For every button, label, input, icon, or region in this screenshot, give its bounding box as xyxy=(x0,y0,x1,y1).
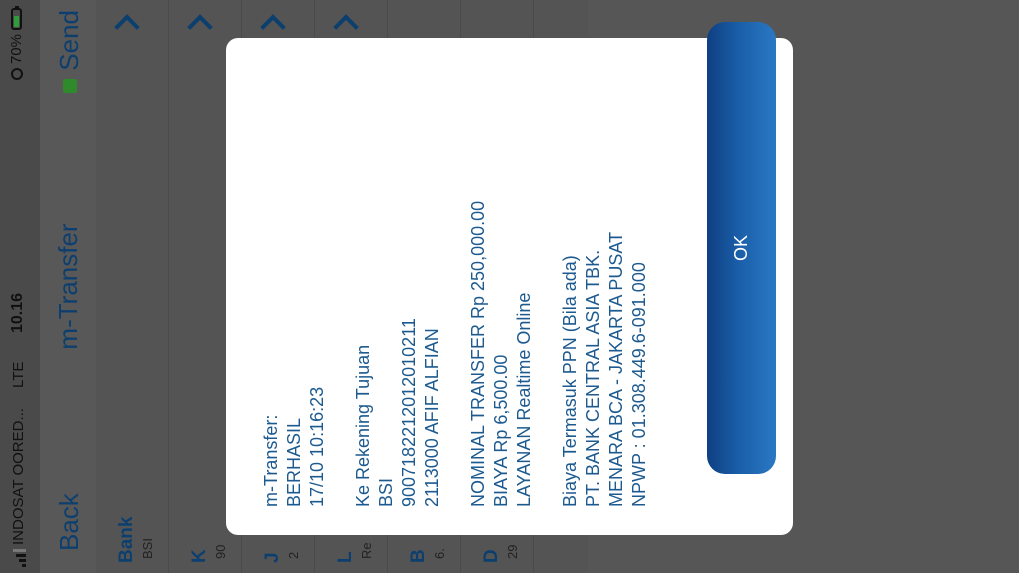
message-line: 2113000 AFIF ALFIAN xyxy=(422,328,442,507)
chevron-up-icon xyxy=(333,14,359,40)
message-line: Ke Rekening Tujuan xyxy=(353,344,373,507)
dialog-message: m-Transfer: BERHASIL 17/10 10:16:23 Ke R… xyxy=(260,47,651,507)
row-label: B xyxy=(408,549,429,563)
chevron-up-icon xyxy=(260,14,286,40)
message-line: NPWP : 01.308.449.6-091.000 xyxy=(629,262,649,507)
row-label: K xyxy=(189,549,210,563)
send-button[interactable]: Send xyxy=(54,10,85,93)
app-screen: INDOSAT OORED... LTE 10.16 70% Back m-Tr… xyxy=(0,0,1019,573)
row-label: D xyxy=(481,549,502,563)
form-row-bank[interactable]: Bank BSI xyxy=(96,0,169,573)
message-line: PT. BANK CENTRAL ASIA TBK. xyxy=(583,249,603,507)
status-time: 10.16 xyxy=(9,292,26,333)
message-line: BIAYA Rp 6,500.00 xyxy=(491,354,511,507)
carrier-name: INDOSAT OORED... xyxy=(10,408,27,545)
transfer-result-dialog: m-Transfer: BERHASIL 17/10 10:16:23 Ke R… xyxy=(226,22,793,535)
send-status-icon xyxy=(62,78,77,93)
message-line: Biaya Termasuk PPN (Bila ada) xyxy=(560,255,580,507)
status-bar: INDOSAT OORED... LTE 10.16 70% xyxy=(0,0,40,573)
chevron-up-icon xyxy=(114,14,140,40)
battery-percent: 70% xyxy=(8,34,25,65)
row-value: 2 xyxy=(286,551,301,559)
row-value: 29 xyxy=(505,544,520,559)
nav-bar: Back m-Transfer Send xyxy=(40,0,97,573)
row-label: J xyxy=(262,552,283,563)
row-value: 6. xyxy=(432,548,447,559)
signal-icon xyxy=(10,547,26,567)
network-type: LTE xyxy=(10,361,27,388)
message-line: NOMINAL TRANSFER Rp 250,000.00 xyxy=(468,200,488,507)
send-label: Send xyxy=(54,10,84,71)
battery-icon xyxy=(11,6,22,30)
chevron-up-icon xyxy=(187,14,213,40)
message-line: 9007182212012010211 xyxy=(399,318,419,507)
message-line: m-Transfer: xyxy=(261,414,281,507)
battery-tip xyxy=(15,6,19,8)
row-value: 90 xyxy=(213,544,228,559)
row-label: Bank xyxy=(116,516,137,563)
row-value: Re xyxy=(359,542,374,559)
message-line: 17/10 10:16:23 xyxy=(307,386,327,507)
row-value: BSI xyxy=(140,538,155,559)
alarm-icon xyxy=(10,68,23,81)
battery-fill xyxy=(14,16,19,27)
message-line: BERHASIL xyxy=(284,417,304,507)
message-line: MENARA BCA - JAKARTA PUSAT xyxy=(606,231,626,507)
message-line: BSI xyxy=(376,477,396,507)
message-line: LAYANAN Realtime Online xyxy=(514,292,534,507)
status-right-group: 70% xyxy=(8,6,25,81)
row-label: L xyxy=(335,551,356,563)
ok-button[interactable]: OK xyxy=(707,22,776,474)
